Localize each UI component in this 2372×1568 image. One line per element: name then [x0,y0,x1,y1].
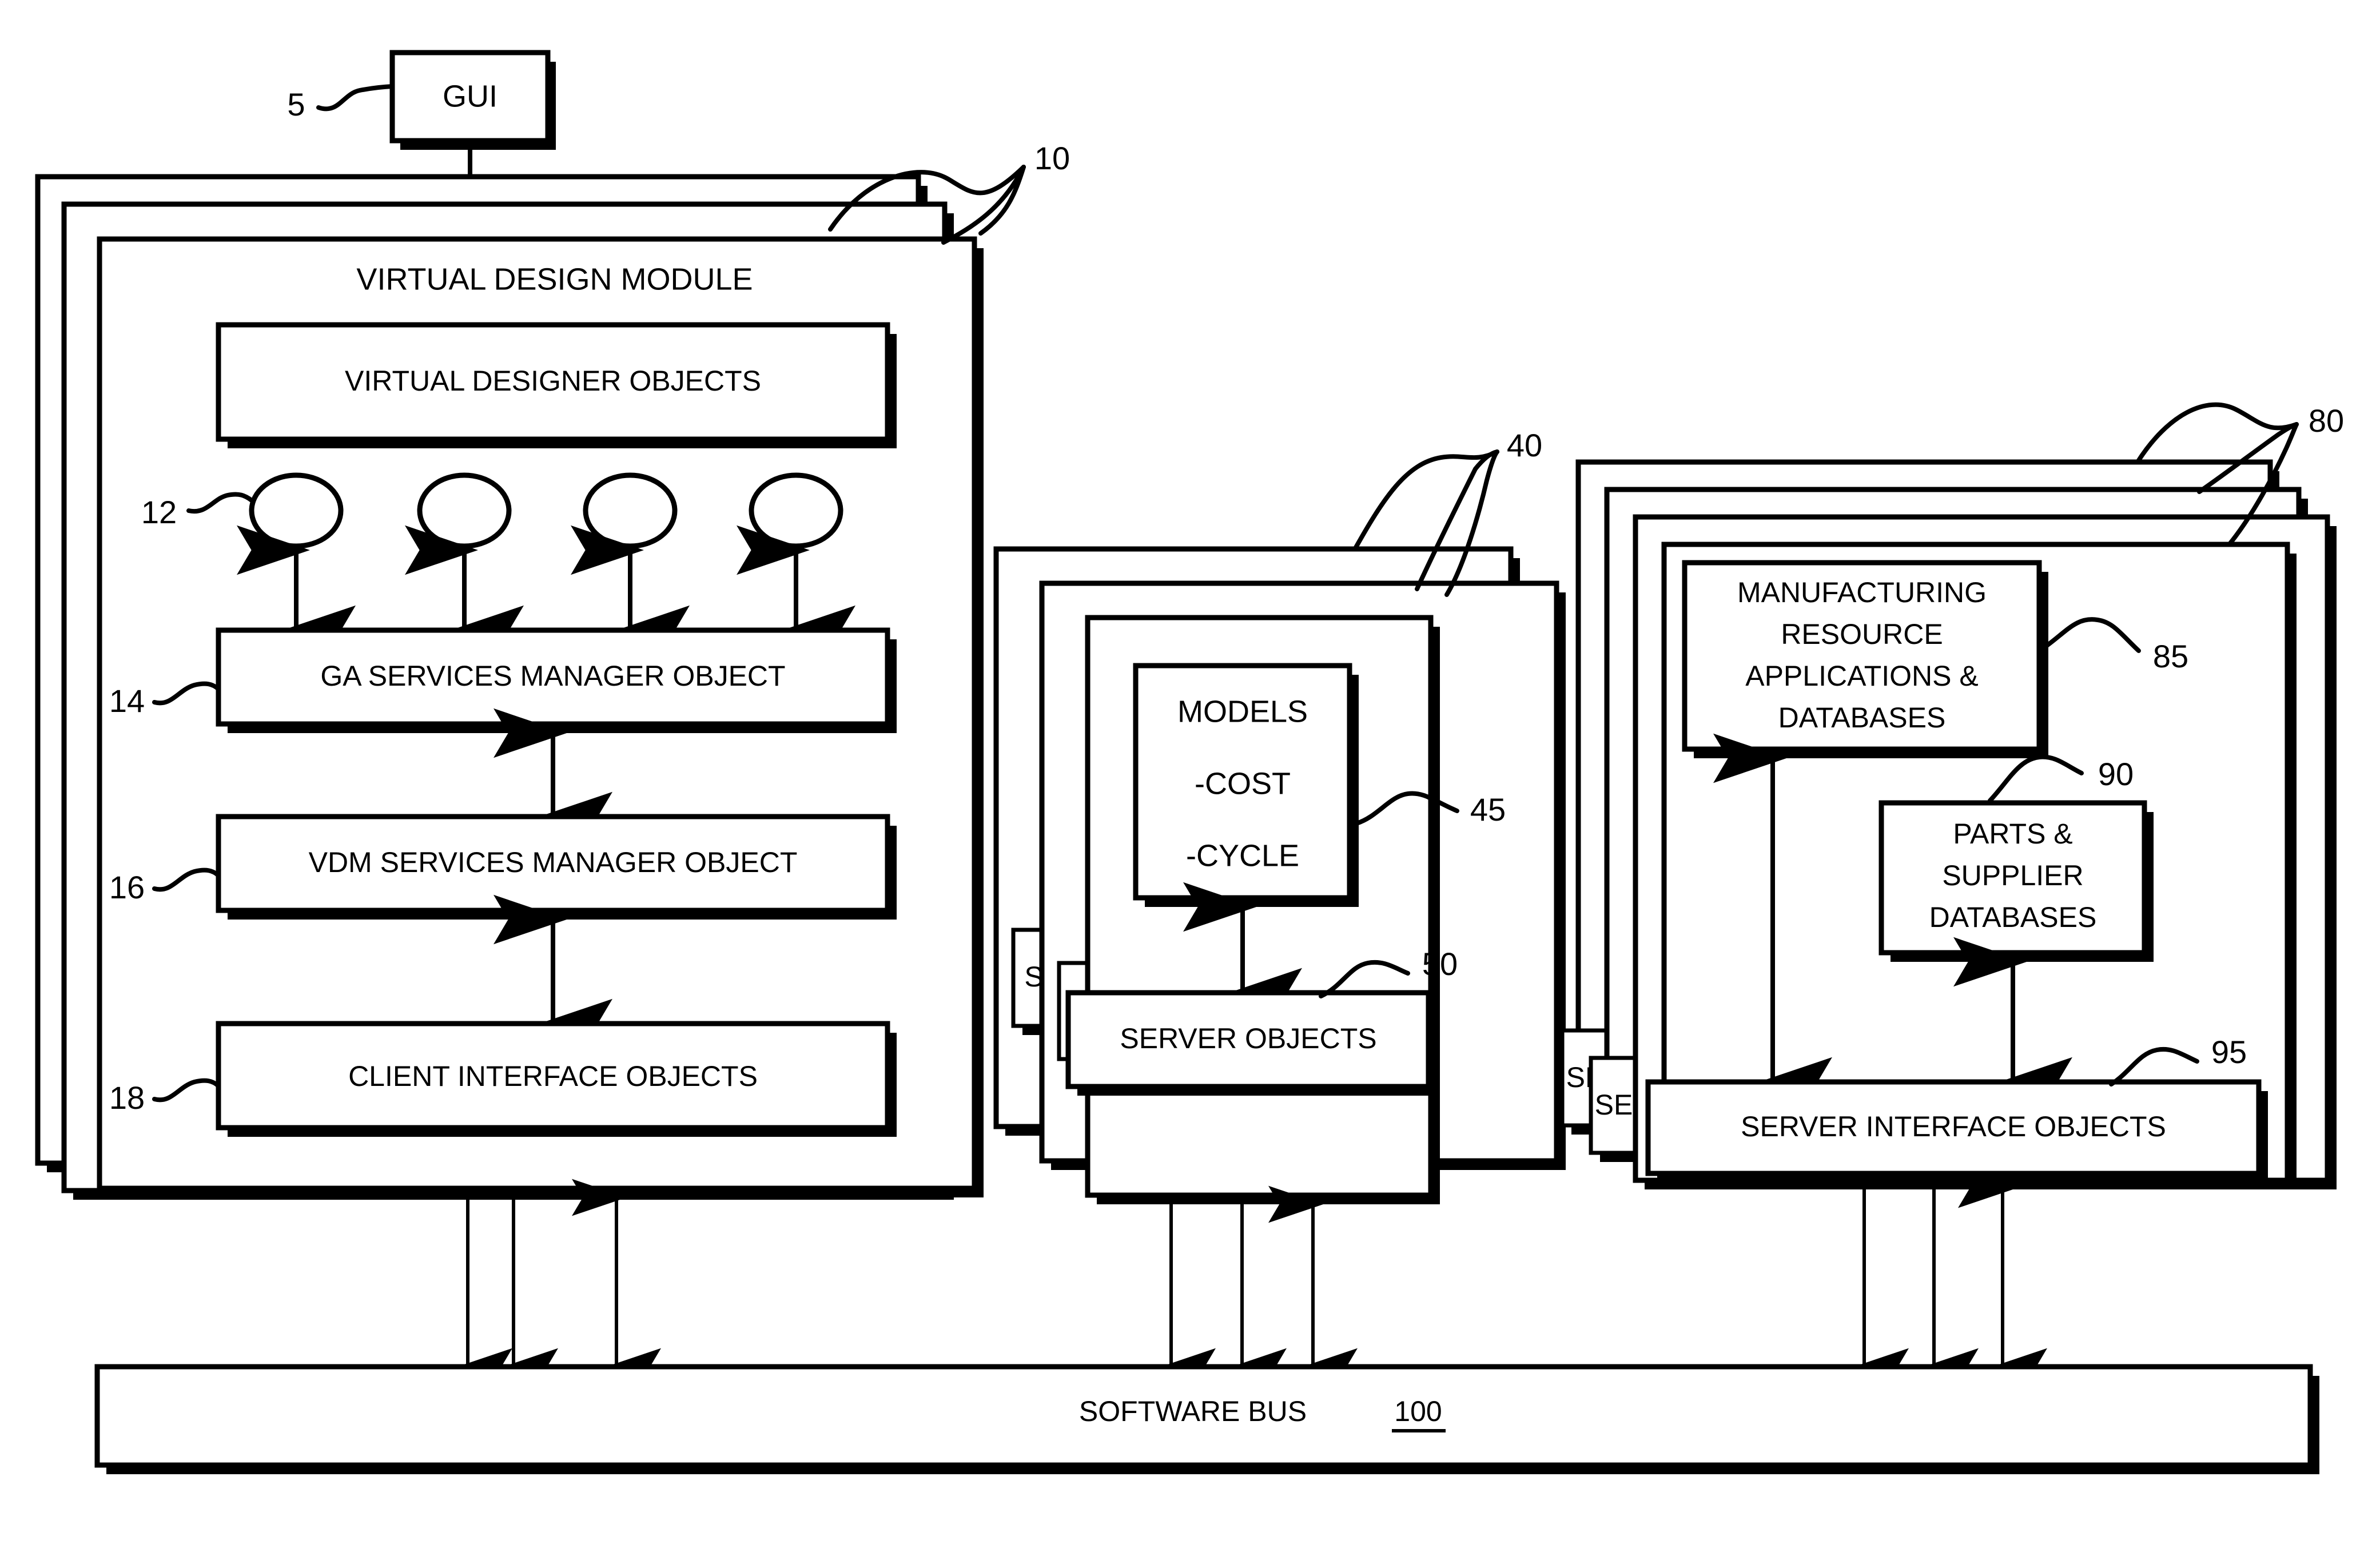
client-interface-label: CLIENT INTERFACE OBJECTS [348,1060,758,1092]
manufacturing-line-3: APPLICATIONS & [1745,660,1979,692]
parts-line-1: PARTS & [1953,818,2072,850]
ref-numeral-100: 100 [1394,1395,1442,1427]
res-card2-sio-label: SE [1595,1089,1633,1121]
gui-label: GUI [443,79,498,113]
server-objects-label: SERVER OBJECTS [1120,1022,1376,1054]
leader-line-5 [316,84,395,112]
agent-ellipse-3 [583,472,678,549]
ref-numeral-80: 80 [2309,403,2344,439]
manufacturing-line-1: MANUFACTURING [1737,576,1987,608]
models-title: MODELS [1177,694,1308,729]
parts-line-2: SUPPLIER [1942,859,2083,892]
parts-line-3: DATABASES [1929,901,2097,933]
designer-objects-label: VIRTUAL DESIGNER OBJECTS [345,365,761,397]
software-bus-label: SOFTWARE BUS [1079,1395,1307,1427]
models-item-cost: -COST [1195,766,1291,801]
agent-ellipse-2 [417,472,512,549]
ref-numeral-40: 40 [1507,427,1542,463]
ref-numeral-12: 12 [141,494,177,530]
models-item-cycle: -CYCLE [1186,838,1299,873]
ref-numeral-18: 18 [109,1080,145,1116]
agent-ellipse-4 [749,472,843,549]
vdm-services-label: VDM SERVICES MANAGER OBJECT [309,846,798,878]
vdm-title: VIRTUAL DESIGN MODULE [356,262,753,296]
ga-services-label: GA SERVICES MANAGER OBJECT [320,660,785,692]
manufacturing-line-4: DATABASES [1778,702,1946,734]
ref-numeral-45: 45 [1470,791,1506,827]
ref-numeral-85: 85 [2153,638,2188,674]
ref-numeral-50: 50 [1422,946,1458,982]
ref-numeral-95: 95 [2211,1034,2247,1070]
ref-numeral-5: 5 [287,86,305,122]
leader-line-80-a [2135,402,2299,464]
ref-numeral-14: 14 [109,683,145,719]
server-interface-label: SERVER INTERFACE OBJECTS [1741,1111,2166,1143]
ref-numeral-16: 16 [109,869,145,905]
ref-numeral-10: 10 [1034,140,1070,176]
agent-ellipse-1 [249,472,344,549]
ref-numeral-90: 90 [2098,756,2134,792]
patent-figure-canvas: GUI 5 VIRTUAL DESIGN MODULE 10 VIRTUAL D… [0,0,2372,1568]
architecture-diagram: GUI 5 VIRTUAL DESIGN MODULE 10 VIRTUAL D… [35,50,2344,1474]
manufacturing-line-2: RESOURCE [1781,618,1943,650]
